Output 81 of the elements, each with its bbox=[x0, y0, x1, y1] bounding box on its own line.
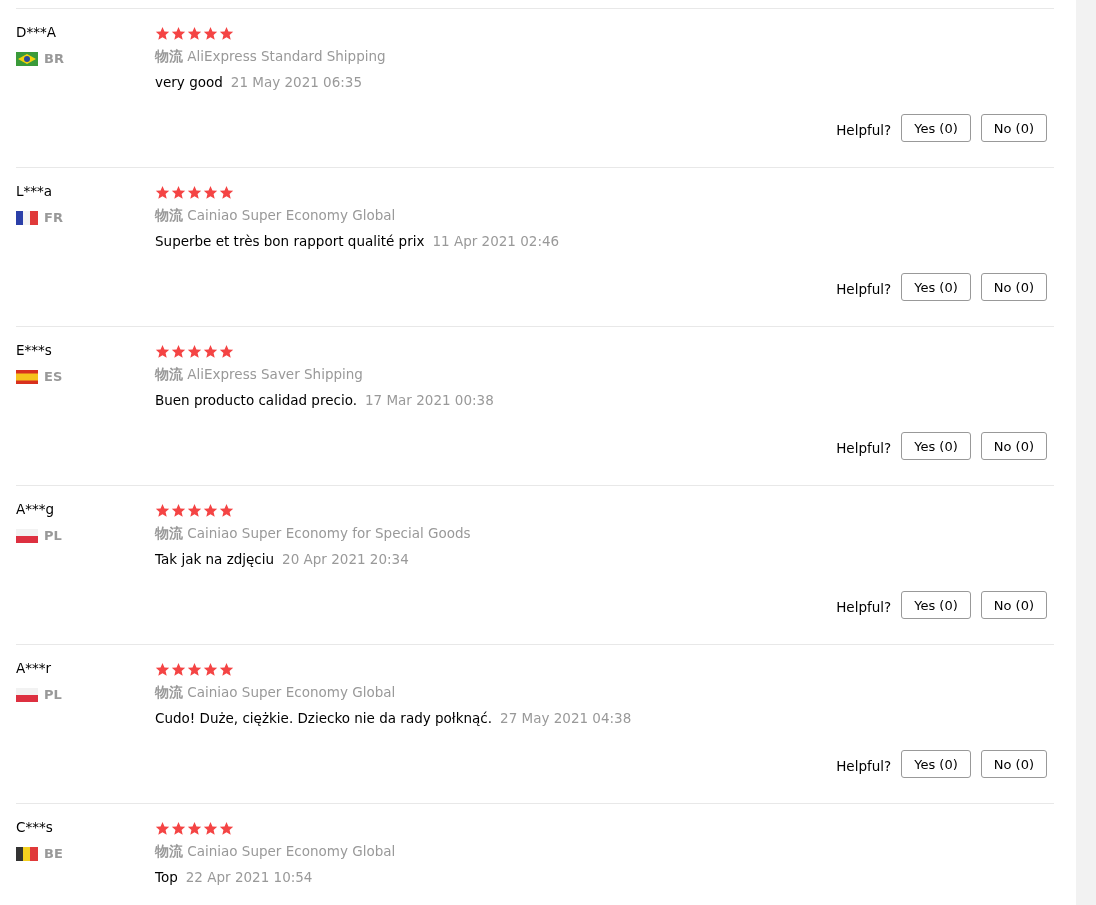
star-icon bbox=[219, 820, 234, 836]
review-date: 21 May 2021 06:35 bbox=[230, 73, 363, 92]
reviewer-name: L***a bbox=[16, 182, 54, 200]
review-comment: very good bbox=[155, 73, 223, 92]
yes-button[interactable]: Yes (0) bbox=[901, 114, 971, 142]
star-icon bbox=[187, 502, 202, 518]
star-icon bbox=[203, 343, 218, 359]
country-code: BR bbox=[44, 50, 64, 68]
review-comment: Buen producto calidad precio. bbox=[155, 391, 357, 410]
flag-icon bbox=[16, 529, 38, 543]
review-date: 22 Apr 2021 10:54 bbox=[185, 868, 313, 887]
review-comment: Tak jak na zdjęciu bbox=[155, 550, 275, 569]
review-comment: Cudo! Duże, ciężkie. Dziecko nie da rady połknąć. bbox=[155, 709, 493, 728]
star-icon bbox=[219, 661, 234, 677]
star-icon bbox=[155, 343, 170, 359]
star-icon bbox=[187, 184, 202, 200]
star-icon bbox=[155, 661, 170, 677]
star-icon bbox=[171, 820, 186, 836]
reviewer-name: A***r bbox=[16, 659, 53, 677]
star-icon bbox=[171, 502, 186, 518]
country-code: PL bbox=[44, 686, 62, 704]
shipping-method: 物流 Cainiao Super Economy for Special Goods bbox=[155, 524, 472, 543]
flag-icon bbox=[16, 52, 38, 66]
shipping-method: 物流 Cainiao Super Economy Global bbox=[155, 206, 397, 225]
flag-icon bbox=[16, 370, 38, 384]
country-code: PL bbox=[44, 527, 62, 545]
review-date: 27 May 2021 04:38 bbox=[500, 709, 632, 728]
helpful-label: Helpful? bbox=[836, 122, 892, 138]
yes-button[interactable]: Yes (0) bbox=[901, 750, 971, 778]
star-icon bbox=[187, 25, 202, 41]
flag-icon bbox=[16, 211, 38, 225]
no-button[interactable]: No (0) bbox=[980, 750, 1047, 778]
helpful-label: Helpful? bbox=[836, 281, 892, 297]
shipping-method: 物流 AliExpress Standard Shipping bbox=[155, 47, 387, 66]
flag-icon bbox=[16, 847, 38, 861]
no-button[interactable]: No (0) bbox=[980, 114, 1047, 142]
star-icon bbox=[203, 25, 218, 41]
helpful-label: Helpful? bbox=[836, 599, 892, 615]
review-date: 17 Mar 2021 00:38 bbox=[364, 391, 494, 410]
yes-button[interactable]: Yes (0) bbox=[901, 432, 971, 460]
country-code: BE bbox=[44, 845, 63, 863]
star-icon bbox=[219, 343, 234, 359]
star-icon bbox=[219, 502, 234, 518]
star-icon bbox=[187, 820, 202, 836]
star-icon bbox=[219, 25, 234, 41]
reviewer-name: E***s bbox=[16, 341, 53, 359]
star-icon bbox=[171, 184, 186, 200]
review-date: 20 Apr 2021 20:34 bbox=[282, 550, 409, 569]
star-icon bbox=[155, 184, 170, 200]
star-icon bbox=[171, 661, 186, 677]
yes-button[interactable]: Yes (0) bbox=[901, 591, 971, 619]
flag-icon bbox=[16, 688, 38, 702]
star-icon bbox=[187, 343, 202, 359]
star-icon bbox=[203, 502, 218, 518]
yes-button[interactable]: Yes (0) bbox=[901, 273, 971, 301]
star-icon bbox=[203, 820, 218, 836]
star-icon bbox=[187, 661, 202, 677]
star-icon bbox=[155, 25, 170, 41]
country-code: FR bbox=[44, 209, 63, 227]
helpful-label: Helpful? bbox=[836, 440, 892, 456]
shipping-method: 物流 Cainiao Super Economy Global bbox=[155, 683, 397, 702]
star-icon bbox=[155, 820, 170, 836]
shipping-method: 物流 AliExpress Saver Shipping bbox=[155, 365, 364, 384]
star-icon bbox=[203, 661, 218, 677]
review-comment: Superbe et très bon rapport qualité prix bbox=[155, 232, 425, 251]
reviewer-name: A***g bbox=[16, 500, 56, 518]
star-icon bbox=[219, 184, 234, 200]
no-button[interactable]: No (0) bbox=[980, 273, 1047, 301]
country-code: ES bbox=[44, 368, 63, 386]
star-icon bbox=[171, 343, 186, 359]
star-icon bbox=[155, 502, 170, 518]
helpful-label: Helpful? bbox=[836, 758, 892, 774]
shipping-method: 物流 Cainiao Super Economy Global bbox=[155, 842, 397, 861]
star-icon bbox=[203, 184, 218, 200]
review-date: 11 Apr 2021 02:46 bbox=[432, 232, 560, 251]
review-comment: Top bbox=[155, 868, 178, 887]
reviewer-name: C***s bbox=[16, 818, 54, 836]
no-button[interactable]: No (0) bbox=[980, 432, 1047, 460]
star-icon bbox=[171, 25, 186, 41]
reviewer-name: D***A bbox=[16, 23, 57, 41]
no-button[interactable]: No (0) bbox=[980, 591, 1047, 619]
